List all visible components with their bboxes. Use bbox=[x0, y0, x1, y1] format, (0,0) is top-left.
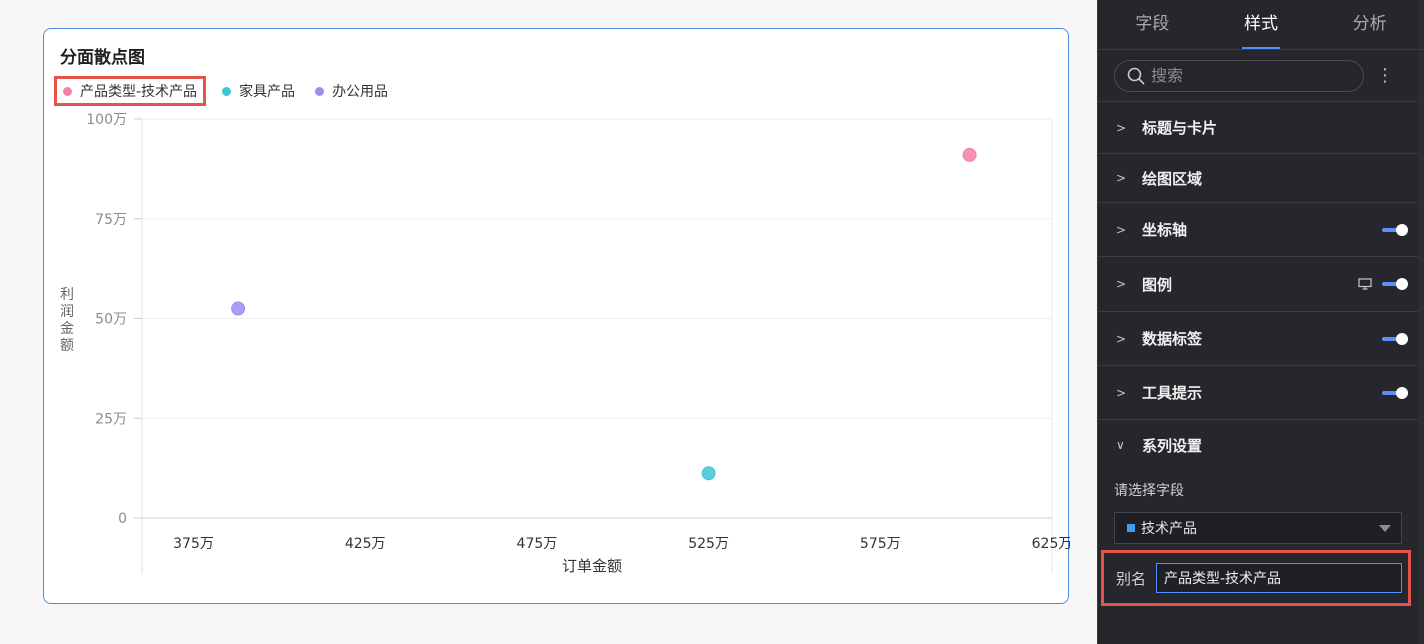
tooltip-toggle[interactable] bbox=[1382, 386, 1408, 399]
x-tick-label: 475万 bbox=[517, 536, 558, 552]
x-tick-label: 525万 bbox=[688, 536, 729, 552]
tab-analysis[interactable]: 分析 bbox=[1315, 0, 1424, 49]
scatter-point bbox=[962, 147, 977, 162]
x-tick-label: 425万 bbox=[345, 536, 386, 552]
section-label: 系列设置 bbox=[1142, 436, 1203, 455]
series-color-swatch bbox=[1127, 524, 1135, 532]
section-label: 数据标签 bbox=[1142, 330, 1203, 348]
y-tick-label: 50万 bbox=[95, 312, 127, 328]
chevron-right-icon: > bbox=[1116, 277, 1127, 291]
field-select-value: 技术产品 bbox=[1141, 521, 1197, 537]
y-tick-label: 100万 bbox=[86, 112, 127, 128]
section-label: 绘图区域 bbox=[1142, 169, 1203, 188]
data-labels-toggle[interactable] bbox=[1382, 332, 1408, 345]
section-series-settings[interactable]: ∨ 系列设置 bbox=[1098, 420, 1424, 470]
axis-toggle[interactable] bbox=[1382, 223, 1408, 236]
alias-row: 别名 bbox=[1101, 550, 1411, 606]
x-tick-label: 375万 bbox=[173, 536, 214, 552]
section-label: 工具提示 bbox=[1142, 384, 1203, 402]
search-box[interactable] bbox=[1114, 59, 1364, 92]
section-data-labels[interactable]: > 数据标签 bbox=[1098, 312, 1424, 366]
scatter-point bbox=[701, 466, 716, 481]
search-input[interactable] bbox=[1151, 66, 1351, 85]
section-legend[interactable]: > 图例 bbox=[1098, 257, 1424, 312]
monitor-icon[interactable] bbox=[1358, 278, 1372, 290]
chevron-right-icon: > bbox=[1116, 222, 1127, 237]
chevron-right-icon: > bbox=[1116, 331, 1127, 346]
caret-down-icon bbox=[1379, 524, 1391, 532]
legend-toggle[interactable] bbox=[1382, 278, 1408, 290]
tab-fields[interactable]: 字段 bbox=[1098, 0, 1207, 49]
y-tick-label: 25万 bbox=[95, 411, 127, 427]
style-panel: 字段 样式 分析 ⋮ > 标题与卡片 > 绘图区域 > 坐标轴 > 图例 bbox=[1097, 0, 1424, 644]
field-select[interactable]: 技术产品 bbox=[1114, 512, 1402, 544]
chevron-right-icon: > bbox=[1116, 120, 1127, 135]
section-label: 标题与卡片 bbox=[1142, 119, 1218, 137]
section-axis[interactable]: > 坐标轴 bbox=[1098, 203, 1424, 257]
x-axis-title: 订单金额 bbox=[562, 557, 622, 575]
y-tick-label: 0 bbox=[118, 511, 127, 527]
alias-label: 别名 bbox=[1116, 569, 1147, 588]
search-row: ⋮ bbox=[1098, 50, 1424, 102]
y-axis-title-char: 润 bbox=[60, 304, 74, 320]
chevron-right-icon: > bbox=[1116, 171, 1127, 185]
y-axis-title-char: 利 bbox=[60, 287, 74, 303]
panel-scroll-strip bbox=[1418, 0, 1424, 644]
y-tick-label: 75万 bbox=[95, 212, 127, 228]
alias-input[interactable] bbox=[1156, 563, 1402, 593]
x-tick-label: 575万 bbox=[860, 536, 901, 552]
scatter-point bbox=[231, 301, 246, 316]
y-axis-title-char: 额 bbox=[60, 338, 74, 354]
more-vertical-icon[interactable]: ⋮ bbox=[1376, 66, 1394, 85]
chevron-right-icon: > bbox=[1116, 385, 1127, 400]
tab-style[interactable]: 样式 bbox=[1207, 0, 1316, 49]
x-tick-label: 625万 bbox=[1032, 536, 1070, 552]
chart-card[interactable]: 分面散点图 产品类型-技术产品 家具产品 办公用品 0 25万 50万 75万 100万… bbox=[43, 28, 1070, 605]
y-axis-title-char: 金 bbox=[60, 321, 74, 337]
section-plot-area[interactable]: > 绘图区域 bbox=[1098, 154, 1424, 203]
section-label: 坐标轴 bbox=[1142, 221, 1188, 239]
series-settings-body: 请选择字段 技术产品 bbox=[1098, 480, 1424, 544]
panel-tabs: 字段 样式 分析 bbox=[1098, 0, 1424, 50]
section-label: 图例 bbox=[1142, 275, 1173, 294]
field-select-label: 请选择字段 bbox=[1114, 483, 1184, 499]
scatter-plot[interactable]: 0 25万 50万 75万 100万 375万 425万 475万 525万 575万 625万订单… bbox=[44, 29, 1070, 605]
search-icon bbox=[1127, 67, 1145, 84]
section-title-card[interactable]: > 标题与卡片 bbox=[1098, 102, 1424, 154]
section-tooltip[interactable]: > 工具提示 bbox=[1098, 366, 1424, 420]
chevron-down-icon: ∨ bbox=[1116, 438, 1125, 452]
